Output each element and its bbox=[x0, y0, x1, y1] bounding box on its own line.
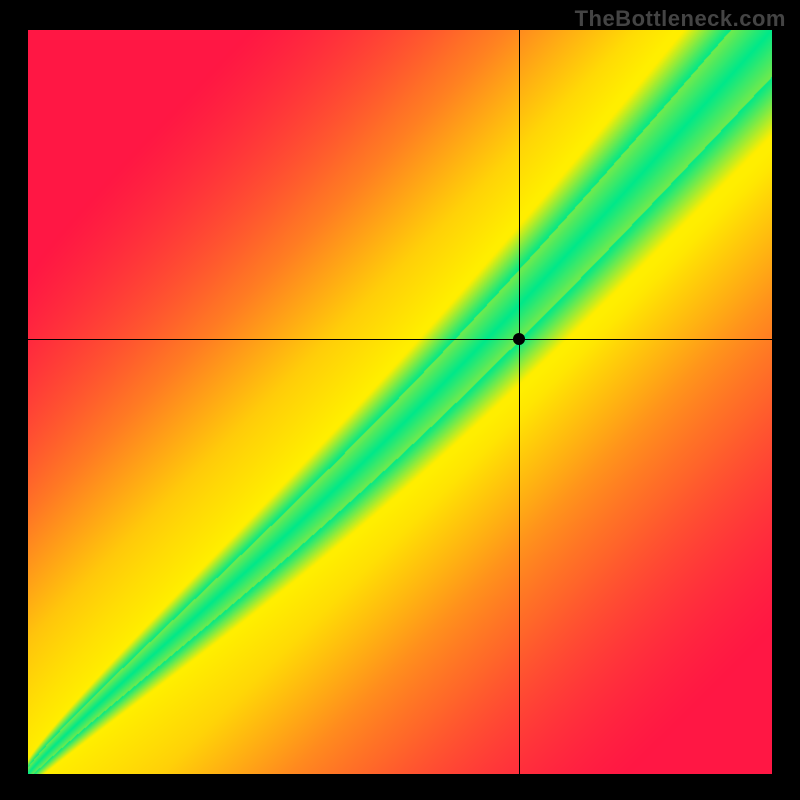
watermark-text: TheBottleneck.com bbox=[575, 6, 786, 32]
crosshair-horizontal bbox=[28, 339, 772, 340]
chart-frame: TheBottleneck.com bbox=[0, 0, 800, 800]
selection-marker bbox=[513, 333, 525, 345]
crosshair-vertical bbox=[519, 30, 520, 774]
heatmap-canvas bbox=[28, 30, 772, 774]
